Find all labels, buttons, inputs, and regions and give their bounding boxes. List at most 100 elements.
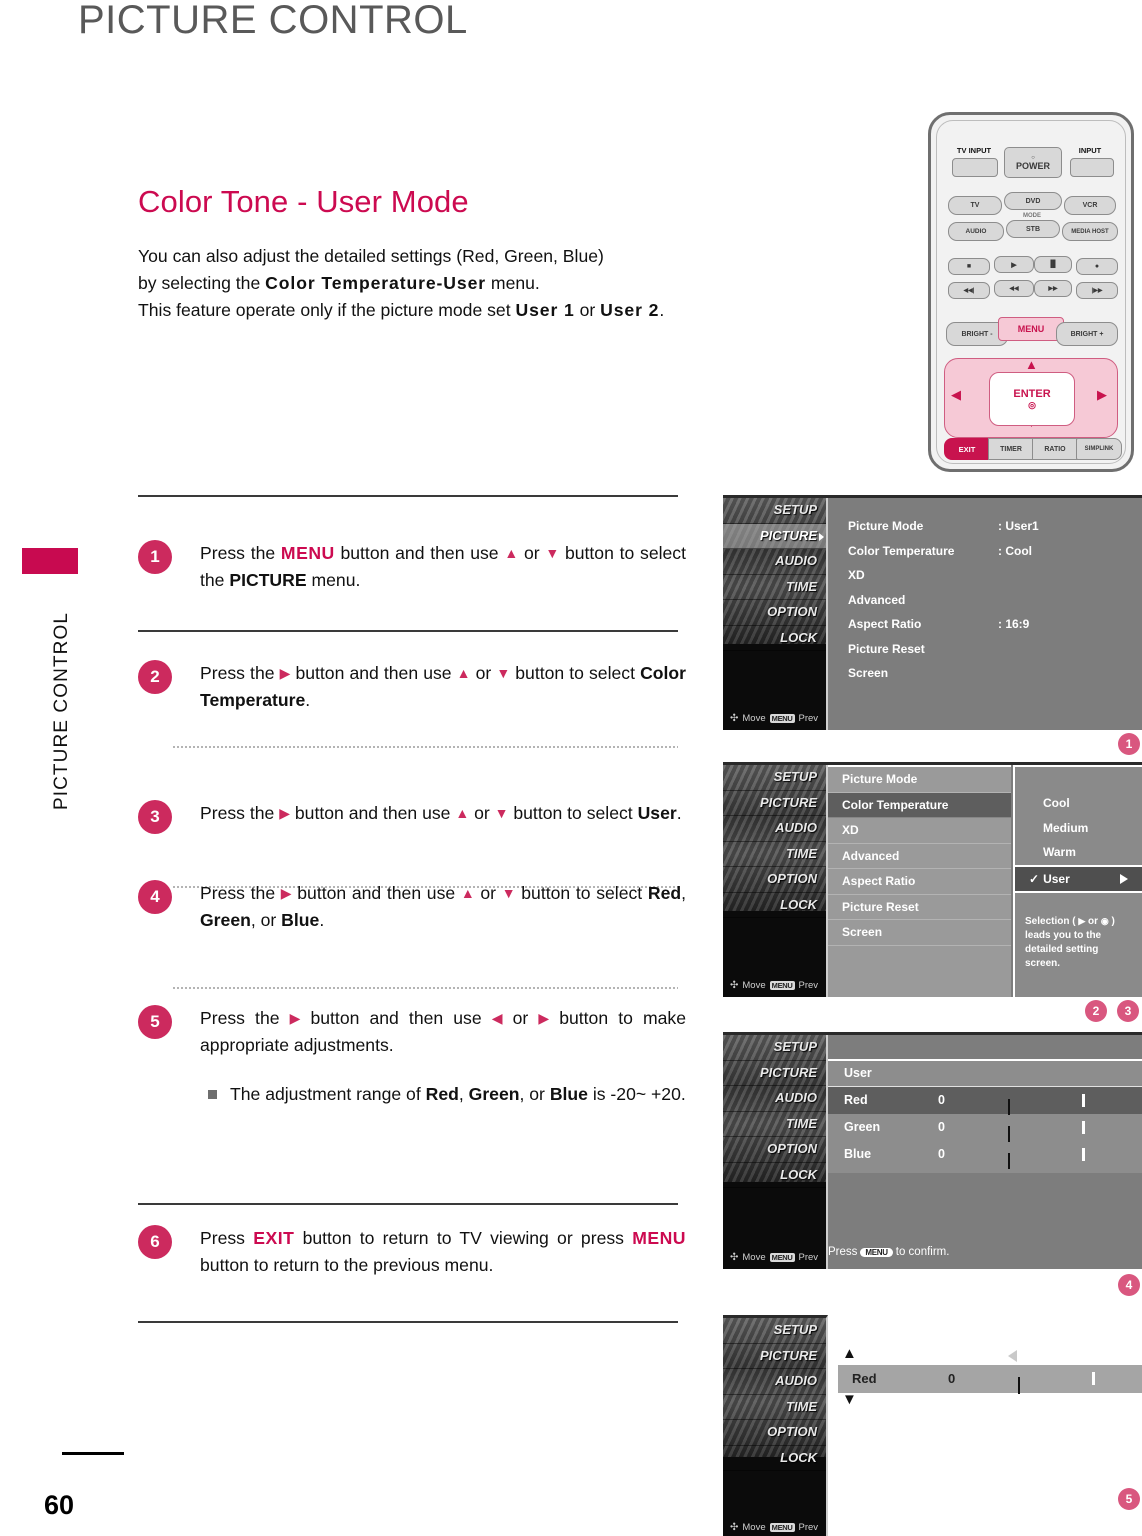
osd-menu-lock[interactable]: LOCK: [723, 626, 826, 651]
osd-menu-time[interactable]: TIME: [723, 1112, 826, 1137]
remote-skip-forward-button[interactable]: |▶▶: [1076, 282, 1118, 299]
step-4: 4 Press the ▶ button and then use ▲ or ▼…: [138, 880, 686, 934]
remote-pause-button[interactable]: ▐▌: [1034, 256, 1072, 273]
dotted-divider-step4: [172, 987, 678, 989]
remote-skip-back-button[interactable]: ◀◀|: [948, 282, 990, 299]
osd-option-warm[interactable]: Warm: [1015, 840, 1142, 865]
remote-input-button[interactable]: [1070, 158, 1114, 177]
osd-menu-option[interactable]: OPTION: [723, 600, 826, 626]
slider-track[interactable]: [1018, 1372, 1142, 1394]
remote-simplink-button[interactable]: SIMPLINK: [1076, 438, 1122, 460]
remote-timer-button[interactable]: TIMER: [988, 438, 1034, 460]
osd3-step-marker: 4: [1118, 1274, 1140, 1296]
remote-stb-button[interactable]: STB: [1006, 220, 1060, 238]
keyword-red: Red: [647, 883, 682, 903]
remote-enter-button[interactable]: ENTER ◎: [989, 372, 1075, 426]
remote-bright-plus-button[interactable]: BRIGHT +: [1056, 322, 1118, 346]
osd-content: Press MENU to confirm.: [828, 1035, 1142, 1269]
osd-menu-audio[interactable]: AUDIO: [723, 1369, 826, 1395]
osd-menu-audio[interactable]: AUDIO: [723, 816, 826, 842]
t: .: [319, 910, 325, 930]
osd-menu-time[interactable]: TIME: [723, 575, 826, 600]
osd-menu-picture[interactable]: PICTURE: [723, 1344, 826, 1369]
remote-rewind-button[interactable]: ◀◀: [994, 280, 1034, 297]
label: Picture Reset: [848, 641, 925, 656]
osd-row-picture-mode[interactable]: Picture Mode: [828, 767, 1011, 793]
osd-row-color-temperature[interactable]: Color Temperature: Cool: [848, 539, 1142, 564]
osd-menu-option[interactable]: OPTION: [723, 867, 826, 893]
osd-row-advanced[interactable]: Advanced: [848, 588, 1142, 613]
arrow-up-icon[interactable]: ▲: [842, 1345, 857, 1362]
osd-slider-red[interactable]: Red 0: [838, 1365, 1142, 1394]
remote-record-button[interactable]: ●: [1076, 258, 1118, 275]
osd-row-color-temperature[interactable]: Color Temperature: [828, 792, 1011, 818]
osd-row-picture-reset[interactable]: Picture Reset: [848, 637, 1142, 662]
osd-menu-audio[interactable]: AUDIO: [723, 1086, 826, 1112]
osd-row-picture-reset[interactable]: Picture Reset: [828, 895, 1011, 920]
remote-up-button[interactable]: ▲: [1025, 357, 1038, 372]
osd-option-user-label: User: [1043, 871, 1070, 886]
osd-menu-picture[interactable]: PICTURE: [723, 1061, 826, 1086]
remote-menu-button[interactable]: MENU: [998, 317, 1064, 341]
osd-option-medium[interactable]: Medium: [1015, 816, 1142, 841]
osd-menu-picture[interactable]: PICTURE: [723, 791, 826, 816]
t: menu.: [306, 570, 361, 590]
arrow-right-icon: ▶: [279, 805, 290, 821]
osd-menu-option[interactable]: OPTION: [723, 1137, 826, 1163]
osd-row-aspect-ratio[interactable]: Aspect Ratio: 16:9: [848, 612, 1142, 637]
slider-knob[interactable]: [1091, 1372, 1095, 1385]
keyword-user1: User 1: [515, 300, 575, 320]
remote-stop-button[interactable]: ■: [948, 258, 990, 275]
osd-menu-lock[interactable]: LOCK: [723, 1446, 826, 1471]
label: Screen: [848, 666, 889, 680]
remote-left-button[interactable]: ◀: [951, 387, 961, 403]
remote-audio-button[interactable]: AUDIO: [948, 222, 1004, 241]
osd-menu-picture[interactable]: PICTURE: [723, 523, 826, 549]
osd-menu-setup[interactable]: SETUP: [723, 1035, 826, 1061]
osd-footer: ✣ Move MENU Prev: [723, 1252, 833, 1263]
osd-screen-user-rgb: SETUP PICTURE AUDIO TIME OPTION LOCK ✣ M…: [723, 1032, 1142, 1269]
remote-play-button[interactable]: ▶: [994, 256, 1034, 273]
osd-menu-list: SETUP PICTURE AUDIO TIME OPTION LOCK: [723, 765, 826, 918]
osd-footer: ✣ Move MENU Prev: [723, 1522, 833, 1533]
osd-row-xd[interactable]: XD: [828, 818, 1011, 844]
osd-row-screen[interactable]: Screen: [848, 661, 1142, 686]
osd-menu-audio[interactable]: AUDIO: [723, 549, 826, 575]
osd-menu-time[interactable]: TIME: [723, 1395, 826, 1420]
osd-row-picture-mode[interactable]: Picture Mode: User1: [848, 514, 1142, 539]
arrow-down-icon: ▼: [501, 885, 516, 901]
osd-option-cool[interactable]: Cool: [1015, 791, 1142, 816]
remote-vcr-button[interactable]: VCR: [1064, 196, 1116, 215]
step-2: 2 Press the ▶ button and then use ▲ or ▼…: [138, 660, 686, 714]
osd-menu-setup[interactable]: SETUP: [723, 1318, 826, 1344]
osd-menu-lock[interactable]: LOCK: [723, 1163, 826, 1188]
arrow-up-icon: ▲: [456, 665, 471, 681]
page-number: 60: [44, 1490, 75, 1520]
osd-menu-lock[interactable]: LOCK: [723, 893, 826, 918]
osd-menu-option[interactable]: OPTION: [723, 1420, 826, 1446]
remote-power-button[interactable]: ○ POWER: [1004, 147, 1062, 178]
remote-tv-button[interactable]: TV: [948, 196, 1002, 215]
osd-menu-setup[interactable]: SETUP: [723, 765, 826, 791]
remote-ratio-button[interactable]: RATIO: [1032, 438, 1078, 460]
arrow-down-icon[interactable]: ▼: [842, 1391, 857, 1408]
osd-row-advanced[interactable]: Advanced: [828, 844, 1011, 869]
osd-row-screen[interactable]: Screen: [828, 920, 1011, 946]
osd-option-user[interactable]: ✓ User: [1015, 864, 1142, 893]
remote-forward-button[interactable]: ▶▶: [1034, 280, 1072, 297]
osd-menu-time[interactable]: TIME: [723, 842, 826, 867]
osd-row-aspect-ratio[interactable]: Aspect Ratio: [828, 869, 1011, 895]
page-number-rule: [62, 1452, 124, 1455]
remote-control-illustration: TV INPUT ○ POWER INPUT TV DVD VCR MODE A…: [928, 112, 1134, 472]
osd-footer-move: Move: [742, 1252, 766, 1263]
osd-menu-list: SETUP PICTURE AUDIO TIME OPTION LOCK: [723, 1035, 826, 1188]
remote-right-button[interactable]: ▶: [1097, 387, 1107, 403]
osd-screen-picture-menu: SETUP PICTURE AUDIO TIME OPTION LOCK ✣ M…: [723, 495, 1142, 730]
osd-menu-setup[interactable]: SETUP: [723, 498, 826, 524]
remote-dvd-button[interactable]: DVD: [1004, 192, 1062, 210]
osd-row-xd[interactable]: XD: [848, 563, 1142, 588]
arrow-left-icon[interactable]: [1008, 1350, 1017, 1362]
remote-exit-button[interactable]: EXIT: [944, 438, 990, 460]
remote-media-host-button[interactable]: MEDIA HOST: [1062, 222, 1118, 241]
remote-tv-input-button[interactable]: [952, 158, 998, 177]
